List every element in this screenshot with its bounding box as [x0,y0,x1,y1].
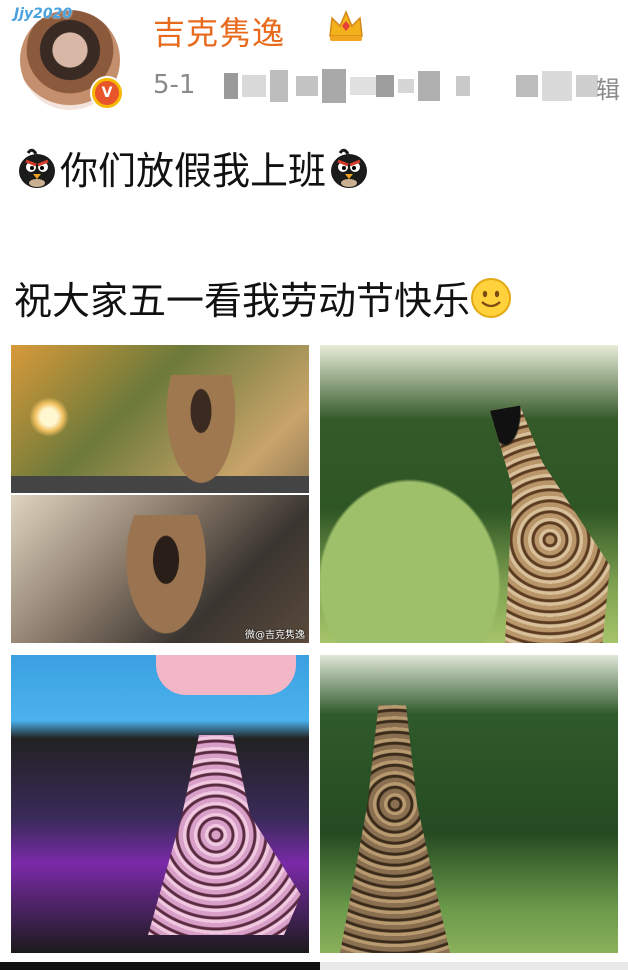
blurred-meta [296,62,376,110]
photo-figure [340,705,450,953]
photo-backdrop [156,655,296,695]
photo-2-garden[interactable] [320,345,618,643]
avatar[interactable]: Jjy2020 V [14,6,126,110]
black-bird-emoji [19,148,55,188]
smile-emoji [471,277,512,318]
blurred-meta [516,62,598,110]
post-text-line-1: 你们放假我上班 [14,140,372,195]
post-text-2: 祝大家五一看我劳动节快乐 [14,279,471,323]
blurred-meta [224,62,288,110]
crown-icon [329,10,363,41]
photo-figure [148,735,301,935]
black-bird-emoji [331,148,368,188]
photo-figure [161,375,241,495]
photo-figure [490,405,610,643]
photo-4-garden[interactable] [320,655,618,953]
next-photo-row-edge [320,962,628,970]
photo-figure [121,515,211,643]
username[interactable]: 吉克隽逸 [153,8,285,54]
avatar-deco-label: Jjy2020 [14,6,73,22]
photo-1-concert[interactable]: 微@吉克隽逸 [11,345,309,643]
verified-badge-letter: V [95,81,119,105]
stage-light [29,397,69,437]
meta-edge-char: 辑 [596,76,620,104]
post-text-1: 你们放假我上班 [60,149,327,193]
blurred-meta [376,62,440,110]
photo-watermark: 微@吉克隽逸 [245,630,305,641]
verified-badge-icon: V [90,76,124,110]
post-date: 5-1 [153,70,196,100]
blurred-meta [456,62,470,110]
photo-3-stage[interactable] [11,655,309,953]
post-text-line-2: 祝大家五一看我劳动节快乐 [14,270,512,325]
